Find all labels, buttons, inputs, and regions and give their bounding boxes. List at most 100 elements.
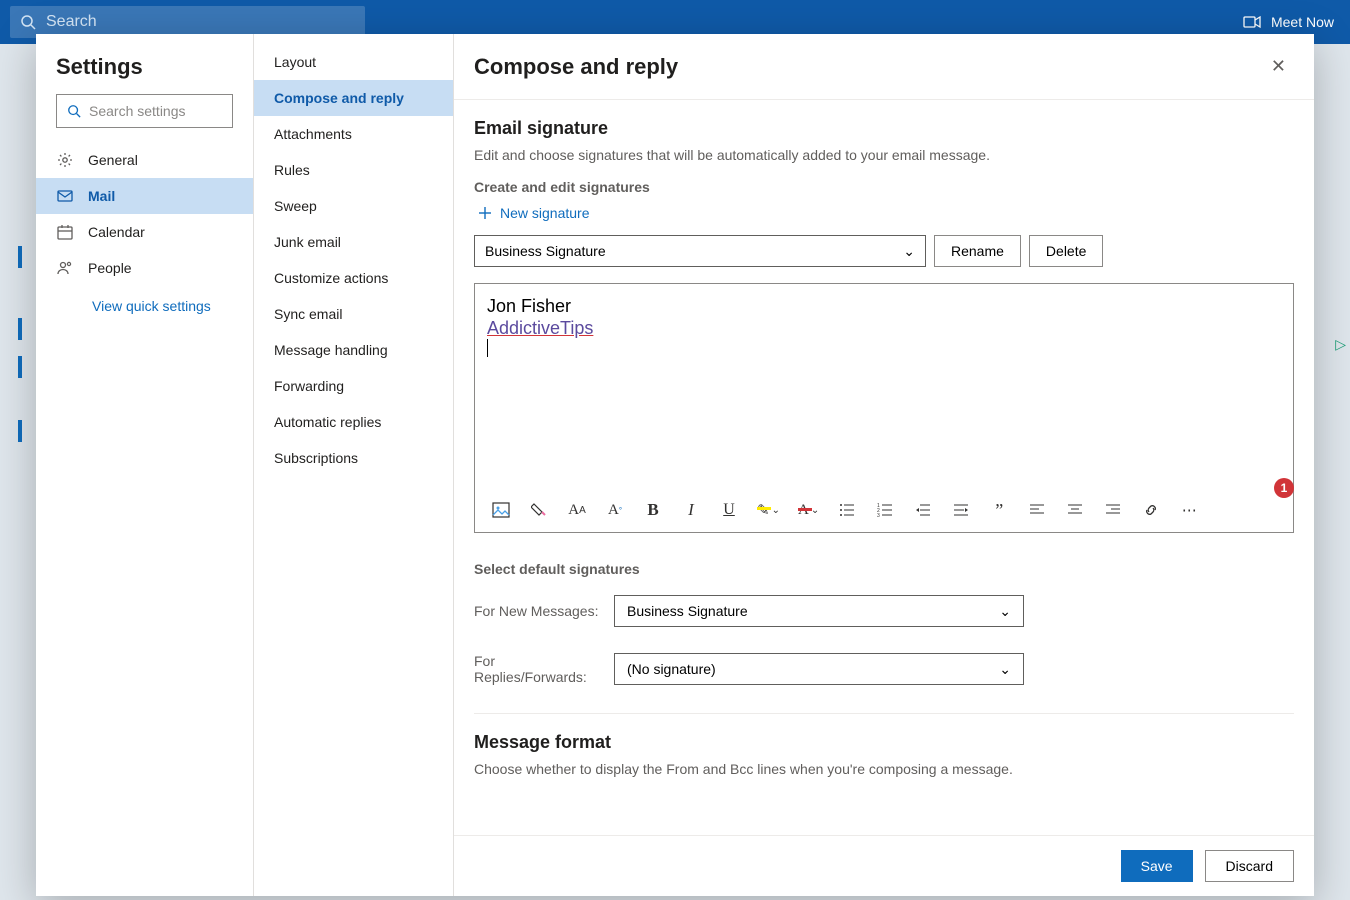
link-icon[interactable] — [1141, 500, 1161, 520]
nav2-rules[interactable]: Rules — [254, 152, 453, 188]
more-icon[interactable]: ⋯ — [1179, 500, 1199, 520]
sidebar-item-general[interactable]: General — [36, 142, 253, 178]
svg-text:3: 3 — [877, 513, 880, 517]
font-size-icon[interactable]: A° — [605, 500, 625, 520]
close-button[interactable]: ✕ — [1263, 52, 1294, 81]
settings-main-panel: Compose and reply ✕ Email signature Edit… — [454, 34, 1314, 896]
email-signature-desc: Edit and choose signatures that will be … — [474, 147, 1294, 163]
nav2-junk-email[interactable]: Junk email — [254, 224, 453, 260]
signature-editor[interactable]: Jon Fisher AddictiveTips AA A° B I U ✎⌄ … — [474, 283, 1294, 533]
nav2-compose-reply[interactable]: Compose and reply — [254, 80, 453, 116]
italic-icon[interactable]: I — [681, 500, 701, 520]
section-divider — [474, 713, 1294, 714]
bullet-list-icon[interactable] — [837, 500, 857, 520]
mail-icon — [56, 188, 74, 204]
sidebar-item-calendar[interactable]: Calendar — [36, 214, 253, 250]
outdent-icon[interactable] — [913, 500, 933, 520]
nav2-automatic-replies[interactable]: Automatic replies — [254, 404, 453, 440]
settings-sidebar-secondary: Layout Compose and reply Attachments Rul… — [254, 34, 454, 896]
for-new-label: For New Messages: — [474, 603, 602, 619]
delete-button[interactable]: Delete — [1029, 235, 1103, 267]
default-replies-row: For Replies/Forwards: (No signature) ⌄ — [474, 653, 1294, 685]
for-replies-select[interactable]: (No signature) ⌄ — [614, 653, 1024, 685]
quote-icon[interactable]: ” — [989, 500, 1009, 520]
settings-search-placeholder: Search settings — [89, 103, 186, 119]
plus-icon — [478, 206, 492, 220]
signature-controls-row: Business Signature ⌄ Rename Delete — [474, 235, 1294, 267]
create-edit-label: Create and edit signatures — [474, 179, 1294, 195]
signature-select-value: Business Signature — [485, 243, 606, 259]
rename-button[interactable]: Rename — [934, 235, 1021, 267]
meet-now-label: Meet Now — [1271, 14, 1334, 30]
align-center-icon[interactable] — [1065, 500, 1085, 520]
align-right-icon[interactable] — [1103, 500, 1123, 520]
editor-link[interactable]: AddictiveTips — [487, 318, 593, 338]
sidebar-item-label: Calendar — [88, 224, 145, 240]
for-replies-value: (No signature) — [627, 661, 716, 677]
panel-title: Compose and reply — [474, 54, 678, 80]
bold-icon[interactable]: B — [643, 500, 663, 520]
bg-marker — [18, 246, 22, 268]
view-quick-settings-link[interactable]: View quick settings — [36, 286, 253, 314]
numbered-list-icon[interactable]: 123 — [875, 500, 895, 520]
indent-icon[interactable] — [951, 500, 971, 520]
save-button[interactable]: Save — [1121, 850, 1193, 882]
calendar-icon — [56, 224, 74, 240]
select-default-label: Select default signatures — [474, 561, 1294, 577]
chevron-down-icon: ⌄ — [999, 661, 1011, 678]
new-signature-label: New signature — [500, 205, 590, 221]
nav2-message-handling[interactable]: Message handling — [254, 332, 453, 368]
settings-search[interactable]: Search settings — [56, 94, 233, 128]
bg-marker — [18, 356, 22, 378]
settings-modal: Settings Search settings General Mail Ca… — [36, 34, 1314, 896]
panel-header: Compose and reply ✕ — [454, 34, 1314, 100]
text-cursor — [487, 339, 488, 357]
nav2-customize-actions[interactable]: Customize actions — [254, 260, 453, 296]
settings-title: Settings — [36, 34, 253, 94]
nav2-layout[interactable]: Layout — [254, 44, 453, 80]
nav2-forwarding[interactable]: Forwarding — [254, 368, 453, 404]
underline-icon[interactable]: U — [719, 500, 739, 520]
bg-marker — [18, 420, 22, 442]
editor-line: Jon Fisher — [487, 296, 1281, 318]
sidebar-item-mail[interactable]: Mail — [36, 178, 253, 214]
nav2-sweep[interactable]: Sweep — [254, 188, 453, 224]
people-icon — [56, 260, 74, 276]
message-format-desc: Choose whether to display the From and B… — [474, 761, 1294, 777]
side-arrow-icon[interactable]: ▷ — [1335, 336, 1346, 353]
default-new-row: For New Messages: Business Signature ⌄ — [474, 595, 1294, 627]
sidebar-item-people[interactable]: People — [36, 250, 253, 286]
message-format-heading: Message format — [474, 732, 1294, 753]
chevron-down-icon: ⌄ — [903, 243, 915, 260]
sidebar-item-label: People — [88, 260, 132, 276]
signature-select[interactable]: Business Signature ⌄ — [474, 235, 926, 267]
for-new-select[interactable]: Business Signature ⌄ — [614, 595, 1024, 627]
align-left-icon[interactable] — [1027, 500, 1047, 520]
notification-badge[interactable]: 1 — [1274, 478, 1294, 498]
search-icon — [20, 14, 36, 30]
settings-sidebar-primary: Settings Search settings General Mail Ca… — [36, 34, 254, 896]
for-new-value: Business Signature — [627, 603, 748, 619]
discard-button[interactable]: Discard — [1205, 850, 1294, 882]
gear-icon — [56, 152, 74, 168]
for-replies-label: For Replies/Forwards: — [474, 653, 602, 685]
search-icon — [67, 104, 81, 118]
nav2-attachments[interactable]: Attachments — [254, 116, 453, 152]
camera-icon — [1243, 15, 1261, 29]
nav2-subscriptions[interactable]: Subscriptions — [254, 440, 453, 476]
panel-footer: Save Discard — [454, 835, 1314, 896]
sidebar-item-label: General — [88, 152, 138, 168]
format-painter-icon[interactable] — [529, 500, 549, 520]
nav2-sync-email[interactable]: Sync email — [254, 296, 453, 332]
editor-content-area[interactable]: Jon Fisher AddictiveTips — [475, 284, 1293, 488]
new-signature-button[interactable]: New signature — [478, 205, 1294, 221]
font-icon[interactable]: AA — [567, 500, 587, 520]
bg-marker — [18, 318, 22, 340]
font-color-icon[interactable]: A⌄ — [798, 500, 819, 520]
panel-body: Email signature Edit and choose signatur… — [454, 100, 1314, 835]
insert-image-icon[interactable] — [491, 500, 511, 520]
editor-toolbar: AA A° B I U ✎⌄ A⌄ 123 ” ⋯ — [475, 488, 1293, 532]
highlight-icon[interactable]: ✎⌄ — [757, 500, 780, 520]
chevron-down-icon: ⌄ — [999, 603, 1011, 620]
sidebar-item-label: Mail — [88, 188, 115, 204]
